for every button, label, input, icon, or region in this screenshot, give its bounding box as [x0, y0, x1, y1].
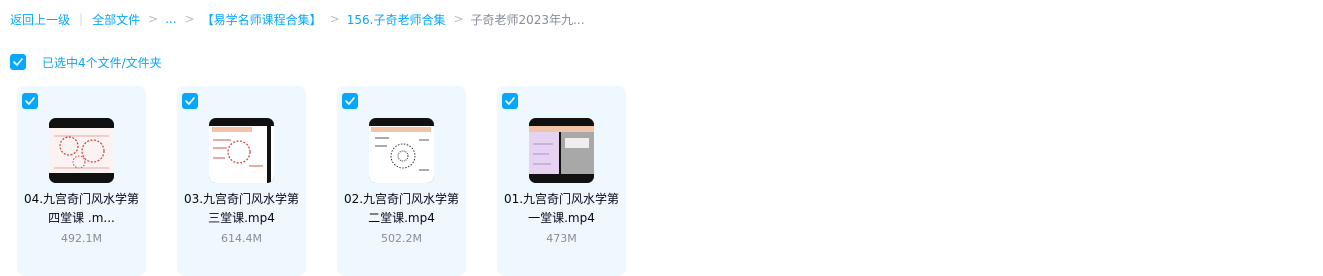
file-checkbox[interactable] [502, 93, 518, 109]
video-thumbnail-icon [209, 118, 274, 183]
file-name: 01.九宫奇门风水学第一堂课.mp4 [503, 192, 620, 225]
breadcrumb-folder-ziqi[interactable]: 156.子奇老师合集 [347, 11, 446, 28]
file-card[interactable]: 03.九宫奇门风水学第三堂课.mp4 614.4M [177, 86, 306, 276]
selection-count-label: 已选中4个文件/文件夹 [42, 55, 162, 70]
breadcrumb: 返回上一级 | 全部文件 > ... > 【易学名师课程合集】 > 156.子奇… [10, 9, 585, 29]
file-card[interactable]: 04.九宫奇门风水学第四堂课 .m... 492.1M [17, 86, 146, 276]
file-checkbox[interactable] [342, 93, 358, 109]
check-icon [13, 58, 23, 66]
selection-bar: 已选中4个文件/文件夹 [10, 53, 162, 71]
chevron-right-icon: > [329, 12, 340, 26]
divider: | [79, 12, 84, 26]
breadcrumb-all-files[interactable]: 全部文件 [92, 11, 140, 28]
file-size: 614.4M [221, 232, 262, 245]
file-size: 492.1M [61, 232, 102, 245]
back-link[interactable]: 返回上一级 [10, 11, 70, 28]
check-icon [185, 97, 195, 105]
file-checkbox[interactable] [22, 93, 38, 109]
chevron-right-icon: > [148, 12, 159, 26]
file-name: 02.九宫奇门风水学第二堂课.mp4 [343, 192, 460, 225]
file-size: 502.2M [381, 232, 422, 245]
file-name: 04.九宫奇门风水学第四堂课 .m... [23, 192, 140, 225]
file-checkbox[interactable] [182, 93, 198, 109]
file-size: 473M [546, 232, 577, 245]
chevron-right-icon: > [184, 12, 195, 26]
breadcrumb-folder-course-collection[interactable]: 【易学名师课程合集】 [202, 11, 322, 28]
check-icon [345, 97, 355, 105]
breadcrumb-current: 子奇老师2023年九... [470, 12, 585, 27]
check-icon [25, 97, 35, 105]
video-thumbnail-icon [49, 118, 114, 183]
check-icon [505, 97, 515, 105]
chevron-right-icon: > [453, 12, 464, 26]
file-card[interactable]: 01.九宫奇门风水学第一堂课.mp4 473M [497, 86, 626, 276]
file-card[interactable]: 02.九宫奇门风水学第二堂课.mp4 502.2M [337, 86, 466, 276]
file-name: 03.九宫奇门风水学第三堂课.mp4 [183, 192, 300, 225]
breadcrumb-ellipsis[interactable]: ... [165, 12, 176, 26]
video-thumbnail-icon [369, 118, 434, 183]
video-thumbnail-icon [529, 118, 594, 183]
select-all-checkbox[interactable] [10, 54, 26, 70]
